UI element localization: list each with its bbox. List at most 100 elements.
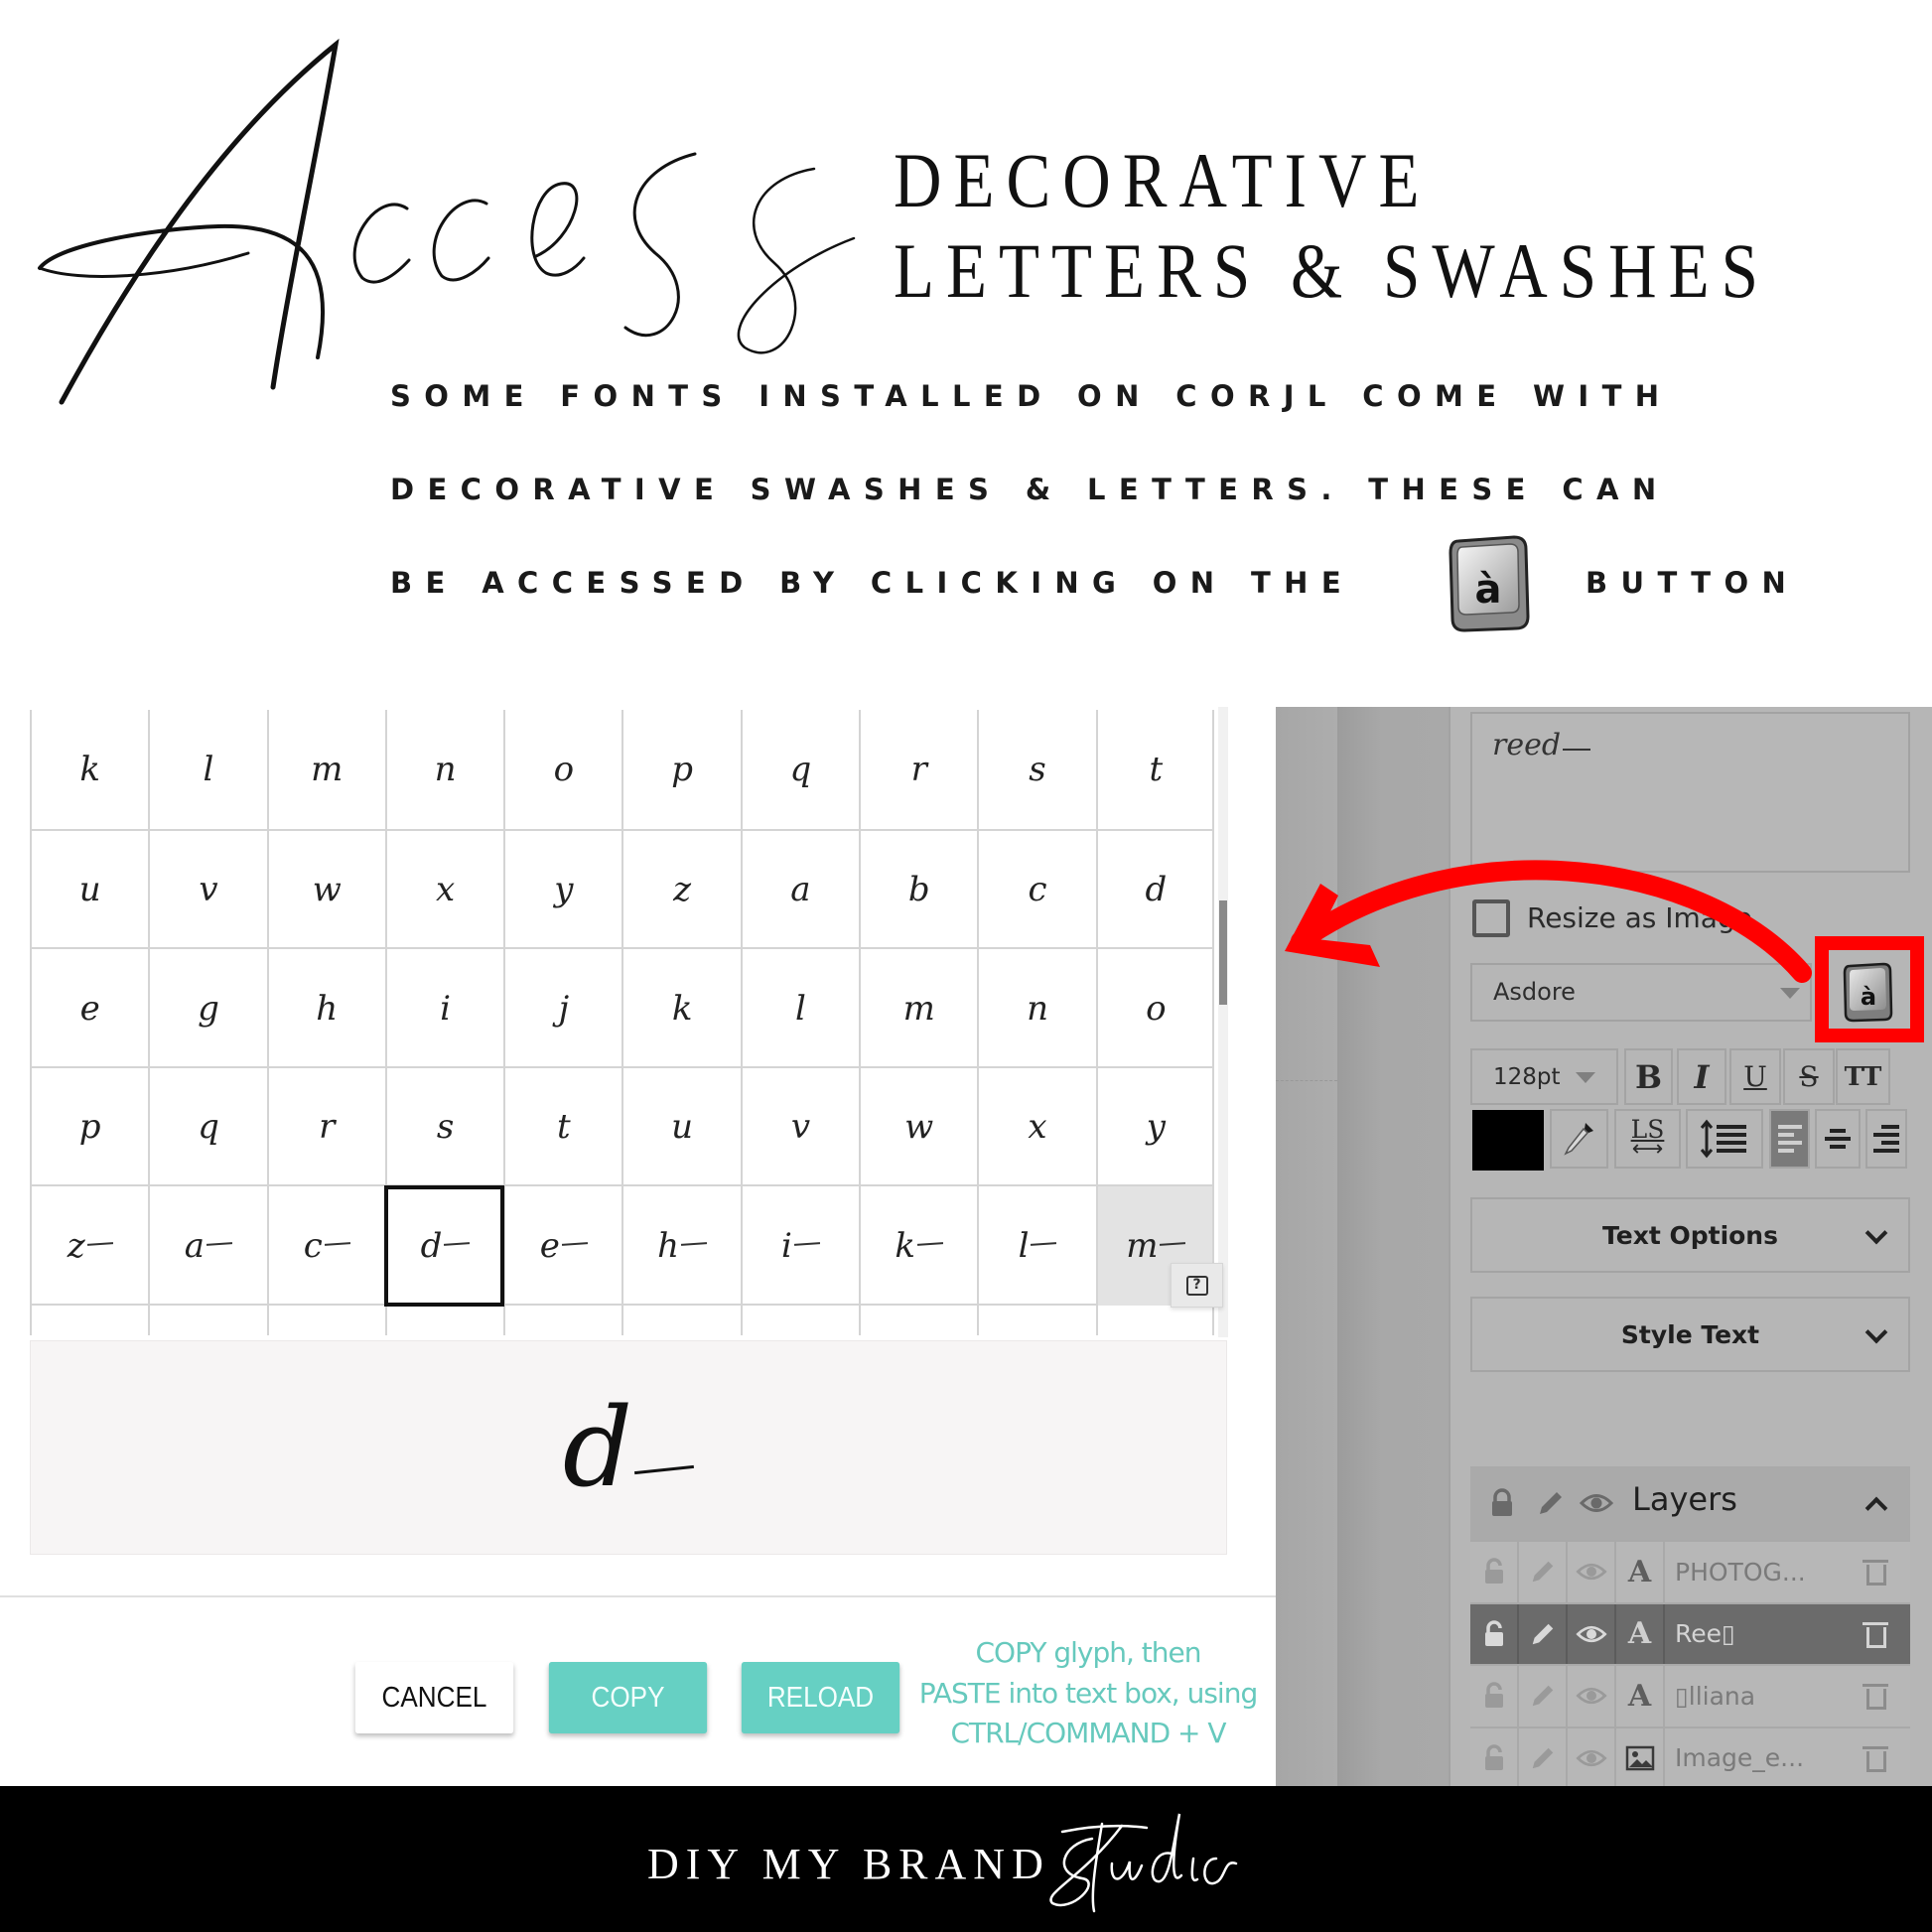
glyph-cell[interactable]: j — [503, 949, 621, 1068]
glyph-cell[interactable]: w — [266, 830, 385, 949]
glyph-cell[interactable]: ℓ — [1095, 1305, 1214, 1335]
font-size-select[interactable]: 128pt — [1470, 1048, 1618, 1105]
glyph-cell[interactable]: l — [740, 949, 859, 1068]
glyph-cell[interactable]: m — [859, 949, 977, 1068]
glyph-cell[interactable]: p — [621, 710, 740, 829]
underline-button[interactable]: U — [1729, 1048, 1781, 1105]
layer-visibility-eye-icon[interactable] — [1568, 1603, 1616, 1664]
glyph-cell[interactable]: l — [148, 710, 266, 829]
glyph-cell[interactable]: d — [1095, 830, 1214, 949]
glyph-cell[interactable]: u — [621, 1067, 740, 1186]
glyph-cell[interactable]: y — [503, 830, 621, 949]
trash-icon[interactable] — [1863, 1743, 1888, 1772]
glyph-cell[interactable]: o — [503, 710, 621, 829]
align-left-button[interactable] — [1769, 1109, 1810, 1169]
glyph-cell[interactable]: k — [621, 949, 740, 1068]
reload-button[interactable]: RELOAD — [741, 1662, 900, 1733]
glyph-cell[interactable]: ℓ — [740, 1305, 859, 1335]
glyph-picker-button[interactable]: à — [1842, 961, 1893, 1023]
line-height-button[interactable] — [1686, 1109, 1763, 1169]
glyph-cell[interactable]: v — [740, 1067, 859, 1186]
trash-icon[interactable] — [1863, 1619, 1888, 1648]
help-button[interactable]: ? — [1171, 1263, 1223, 1308]
align-right-button[interactable] — [1865, 1109, 1907, 1169]
glyph-cell[interactable] — [503, 1305, 621, 1335]
glyph-cell[interactable]: r — [266, 1067, 385, 1186]
glyph-cell[interactable]: k — [859, 1186, 977, 1306]
glyph-cell[interactable]: e — [30, 949, 148, 1068]
glyph-cell[interactable]: - — [384, 1305, 503, 1335]
italic-button[interactable]: I — [1677, 1048, 1726, 1105]
glyph-cell[interactable]: x — [384, 830, 503, 949]
glyph-cell[interactable]: b — [859, 830, 977, 949]
trash-icon[interactable] — [1863, 1681, 1888, 1710]
text-color-swatch[interactable] — [1472, 1110, 1544, 1171]
glyph-cell[interactable]: u — [30, 830, 148, 949]
layer-edit-pencil-icon[interactable] — [1519, 1603, 1568, 1664]
cancel-button[interactable]: CANCEL — [354, 1662, 514, 1733]
layer-visibility-eye-icon[interactable] — [1568, 1666, 1616, 1726]
layer-row[interactable]: A ▯lliana — [1470, 1664, 1910, 1726]
glyph-grid-scrollbar[interactable] — [1218, 707, 1228, 1337]
glyph-cell[interactable]: d — [383, 1185, 505, 1307]
glyph-cell[interactable]: e — [503, 1186, 621, 1306]
glyph-cell[interactable]: z — [30, 1186, 148, 1306]
glyph-cell[interactable]: w — [859, 1067, 977, 1186]
glyph-cell[interactable] — [977, 1305, 1095, 1335]
glyph-cell[interactable] — [148, 1305, 266, 1335]
glyph-cell[interactable]: · — [266, 1305, 385, 1335]
glyph-cell[interactable]: r — [859, 710, 977, 829]
glyph-cell[interactable]: k — [30, 710, 148, 829]
all-caps-button[interactable]: TT — [1836, 1048, 1890, 1105]
align-center-button[interactable] — [1815, 1109, 1861, 1169]
glyph-cell[interactable]: o — [1095, 949, 1214, 1068]
glyph-cell[interactable]: t — [503, 1067, 621, 1186]
glyph-cell[interactable]: m — [266, 710, 385, 829]
glyph-cell[interactable] — [30, 1305, 148, 1335]
bold-button[interactable]: B — [1624, 1048, 1673, 1105]
glyph-cell[interactable]: ℓ — [859, 1305, 977, 1335]
strikethrough-button[interactable]: S — [1783, 1048, 1835, 1105]
text-options-accordion[interactable]: Text Options — [1470, 1197, 1910, 1273]
layer-lock-icon[interactable] — [1470, 1727, 1519, 1788]
layer-row[interactable]: A Ree▯ — [1470, 1601, 1910, 1664]
layer-lock-icon[interactable] — [1470, 1542, 1519, 1602]
glyph-cell[interactable]: a — [740, 830, 859, 949]
glyph-grid-scroll-thumb[interactable] — [1219, 900, 1227, 1005]
layer-row[interactable]: Image_e... — [1470, 1725, 1910, 1788]
layer-row[interactable]: A PHOTOG... — [1470, 1540, 1910, 1602]
glyph-cell[interactable]: q — [740, 710, 859, 829]
style-text-accordion[interactable]: Style Text — [1470, 1297, 1910, 1372]
glyph-cell[interactable]: i — [740, 1186, 859, 1306]
glyph-cell[interactable]: n — [977, 949, 1095, 1068]
layer-edit-pencil-icon[interactable] — [1519, 1727, 1568, 1788]
letter-spacing-button[interactable]: LS ⟷ — [1614, 1109, 1681, 1169]
glyph-cell[interactable]: z — [621, 830, 740, 949]
layer-visibility-eye-icon[interactable] — [1568, 1542, 1616, 1602]
glyph-cell[interactable]: t — [1095, 710, 1214, 829]
glyph-cell[interactable]: i — [384, 949, 503, 1068]
glyph-cell[interactable]: v — [148, 830, 266, 949]
glyph-cell[interactable]: g — [148, 949, 266, 1068]
chevron-up-icon[interactable] — [1864, 1496, 1888, 1520]
glyph-cell[interactable]: s — [977, 710, 1095, 829]
trash-icon[interactable] — [1863, 1557, 1888, 1586]
glyph-cell[interactable]: h — [621, 1186, 740, 1306]
layer-lock-icon[interactable] — [1470, 1603, 1519, 1664]
layer-visibility-eye-icon[interactable] — [1568, 1727, 1616, 1788]
glyph-cell[interactable]: y — [1095, 1067, 1214, 1186]
glyph-cell[interactable]: s — [384, 1067, 503, 1186]
glyph-cell[interactable]: q — [148, 1067, 266, 1186]
glyph-cell[interactable]: x — [977, 1067, 1095, 1186]
glyph-cell[interactable]: h — [266, 949, 385, 1068]
glyph-cell[interactable]: l — [977, 1186, 1095, 1306]
copy-button[interactable]: COPY — [548, 1662, 708, 1733]
eyedropper-button[interactable] — [1550, 1109, 1608, 1169]
glyph-cell[interactable]: ℓ — [621, 1305, 740, 1335]
glyph-cell[interactable]: a — [148, 1186, 266, 1306]
layer-lock-icon[interactable] — [1470, 1666, 1519, 1726]
glyph-cell[interactable]: c — [266, 1186, 385, 1306]
glyph-cell[interactable]: n — [384, 710, 503, 829]
layer-edit-pencil-icon[interactable] — [1519, 1542, 1568, 1602]
layers-panel-header[interactable]: Layers — [1470, 1466, 1910, 1540]
